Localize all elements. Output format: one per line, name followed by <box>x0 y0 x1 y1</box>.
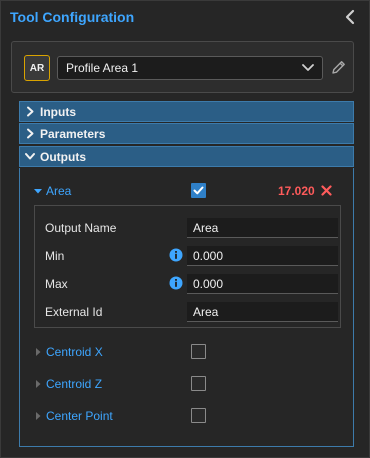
min-field[interactable]: 0.000 <box>187 246 338 266</box>
tool-selector-box: AR Profile Area 1 <box>11 41 354 93</box>
section-inputs[interactable]: Inputs <box>19 101 354 122</box>
section-inputs-label: Inputs <box>40 105 76 119</box>
panel-header: Tool Configuration <box>1 1 369 34</box>
min-label: Min <box>45 249 65 263</box>
info-icon[interactable] <box>169 248 183 262</box>
output-centroid-z-checkbox[interactable] <box>191 376 206 391</box>
output-row-centroid-x: Centroid X <box>20 340 353 364</box>
output-area-label[interactable]: Area <box>46 184 71 198</box>
chevron-down-icon <box>25 153 35 160</box>
detail-row-external-id: External Id Area <box>35 301 340 323</box>
output-centroid-z-label[interactable]: Centroid Z <box>46 377 102 391</box>
output-centroid-x-label[interactable]: Centroid X <box>46 345 103 359</box>
detail-row-output-name: Output Name Area <box>35 217 340 239</box>
checkmark-icon <box>193 186 204 195</box>
section-parameters[interactable]: Parameters <box>19 123 354 144</box>
chevron-right-icon <box>27 128 34 139</box>
output-row-centroid-z: Centroid Z <box>20 372 353 396</box>
tool-select-value: Profile Area 1 <box>66 61 139 75</box>
detail-row-max: Max 0.000 <box>35 273 340 295</box>
output-area-value: 17.020 <box>278 184 315 198</box>
section-outputs-label: Outputs <box>40 150 86 164</box>
output-center-point-label[interactable]: Center Point <box>46 409 113 423</box>
close-icon[interactable] <box>321 185 332 196</box>
external-id-label: External Id <box>45 305 103 319</box>
tool-select-dropdown[interactable]: Profile Area 1 <box>57 56 323 80</box>
output-area-checkbox[interactable] <box>191 183 206 198</box>
external-id-field[interactable]: Area <box>187 302 338 322</box>
output-name-label: Output Name <box>45 221 117 235</box>
info-icon[interactable] <box>169 276 183 290</box>
detail-row-min: Min 0.000 <box>35 245 340 267</box>
triangle-right-icon[interactable] <box>34 412 42 420</box>
output-centroid-x-checkbox[interactable] <box>191 344 206 359</box>
triangle-down-icon[interactable] <box>34 187 42 195</box>
max-field[interactable]: 0.000 <box>187 274 338 294</box>
tool-configuration-panel: Tool Configuration AR Profile Area 1 Inp… <box>0 0 370 458</box>
triangle-right-icon[interactable] <box>34 348 42 356</box>
section-outputs[interactable]: Outputs <box>19 146 354 167</box>
output-name-field[interactable]: Area <box>187 218 338 238</box>
outputs-body: Area 17.020 Output Name Area Min 0.000 M… <box>19 168 354 447</box>
chevron-down-icon <box>302 64 314 71</box>
output-row-area: Area 17.020 <box>20 179 353 203</box>
output-row-center-point: Center Point <box>20 404 353 428</box>
tool-type-badge: AR <box>24 55 50 81</box>
section-parameters-label: Parameters <box>40 127 106 141</box>
triangle-right-icon[interactable] <box>34 380 42 388</box>
chevron-left-icon[interactable] <box>343 9 357 25</box>
chevron-right-icon <box>27 106 34 117</box>
panel-title: Tool Configuration <box>10 9 135 25</box>
max-label: Max <box>45 277 68 291</box>
output-center-point-checkbox[interactable] <box>191 408 206 423</box>
pencil-icon[interactable] <box>330 59 347 76</box>
area-details: Output Name Area Min 0.000 Max 0.000 Ext… <box>34 205 341 328</box>
